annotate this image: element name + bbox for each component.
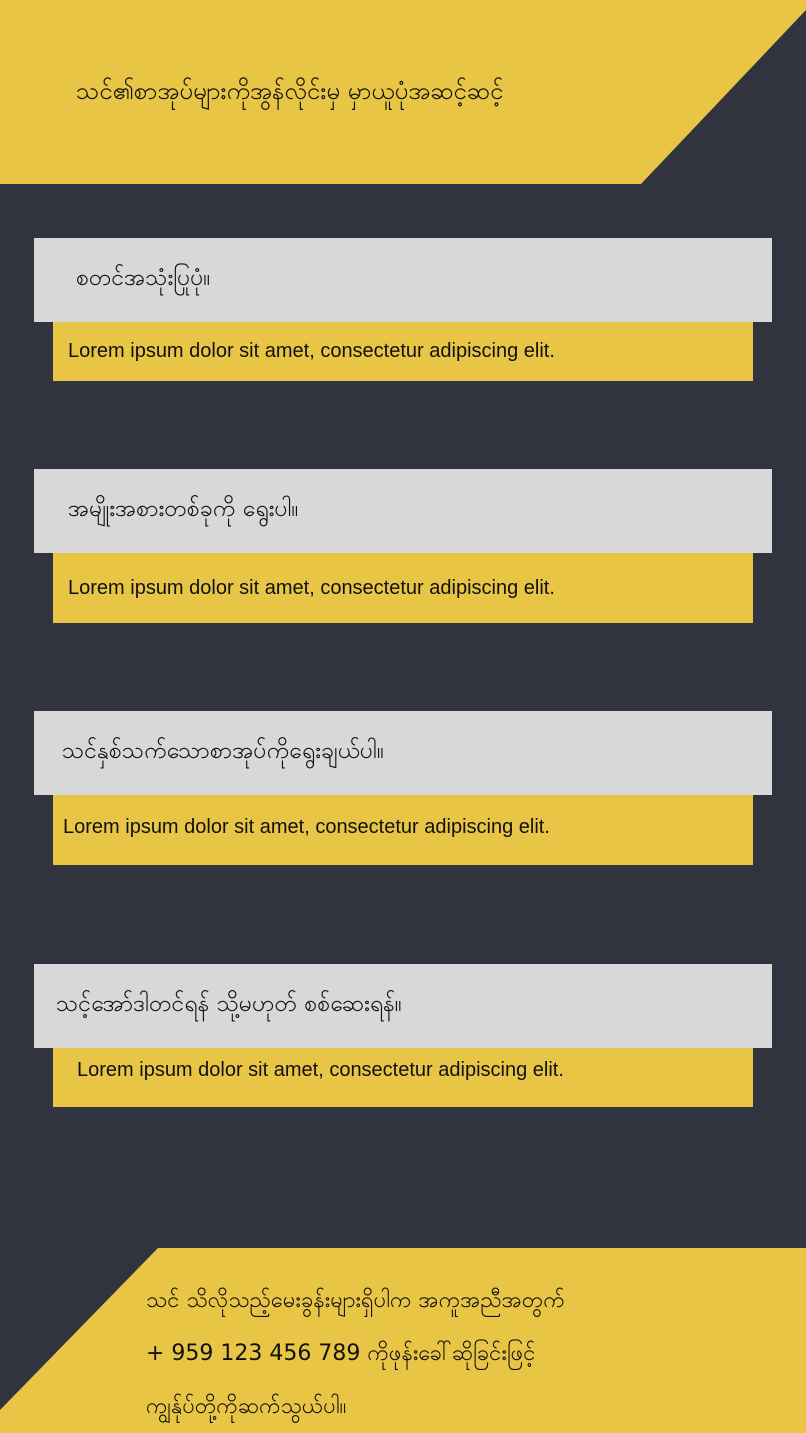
footer-phone-line: + 959 123 456 789 ကိုဖုန်းခေါ်ဆိုခြင်းဖြ… bbox=[146, 1341, 536, 1366]
step-1-title: စတင်အသုံးပြုပုံ။ bbox=[76, 265, 211, 291]
footer-line-3: ကျွန်ုပ်တို့ကိုဆက်သွယ်ပါ။ bbox=[146, 1394, 347, 1419]
step-4-description-card: Lorem ipsum dolor sit amet, consectetur … bbox=[53, 1048, 753, 1107]
step-3-title: သင်နှစ်သက်သောစာအုပ်ကိုရွေးချယ်ပါ။ bbox=[62, 738, 384, 764]
step-2-description-card: Lorem ipsum dolor sit amet, consectetur … bbox=[53, 553, 753, 623]
step-2-title-card: အမျိုးအစားတစ်ခုကို ရွေးပါ။ bbox=[34, 469, 772, 553]
step-2-description: Lorem ipsum dolor sit amet, consectetur … bbox=[68, 576, 555, 599]
footer-line-1: သင် သိလိုသည့်မေးခွန်းများရှိပါက အကူအညီအတ… bbox=[146, 1288, 565, 1313]
footer-contact-text: သင် သိလိုသည့်မေးခွန်းများရှိပါက အကူအညီအတ… bbox=[146, 1274, 776, 1433]
step-4-description: Lorem ipsum dolor sit amet, consectetur … bbox=[77, 1059, 564, 1081]
step-1-description-card: Lorem ipsum dolor sit amet, consectetur … bbox=[53, 322, 753, 381]
step-3-title-card: သင်နှစ်သက်သောစာအုပ်ကိုရွေးချယ်ပါ။ bbox=[34, 711, 772, 795]
step-1-description: Lorem ipsum dolor sit amet, consectetur … bbox=[68, 340, 555, 362]
step-2-title: အမျိုးအစားတစ်ခုကို ရွေးပါ။ bbox=[68, 496, 299, 522]
step-4-title: သင့်အော်ဒါတင်ရန် သို့မဟုတ် စစ်ဆေးရန်။ bbox=[56, 991, 402, 1017]
page-title: သင်၏စာအုပ်များကိုအွန်လိုင်းမှ မှာယူပုံအဆ… bbox=[76, 77, 504, 105]
step-1-title-card: စတင်အသုံးပြုပုံ။ bbox=[34, 238, 772, 322]
step-3-description-card: Lorem ipsum dolor sit amet, consectetur … bbox=[53, 795, 753, 865]
step-4-title-card: သင့်အော်ဒါတင်ရန် သို့မဟုတ် စစ်ဆေးရန်။ bbox=[34, 964, 772, 1048]
step-3-description: Lorem ipsum dolor sit amet, consectetur … bbox=[63, 816, 550, 838]
infographic-page: သင်၏စာအုပ်များကိုအွန်လိုင်းမှ မှာယူပုံအဆ… bbox=[0, 0, 806, 1433]
